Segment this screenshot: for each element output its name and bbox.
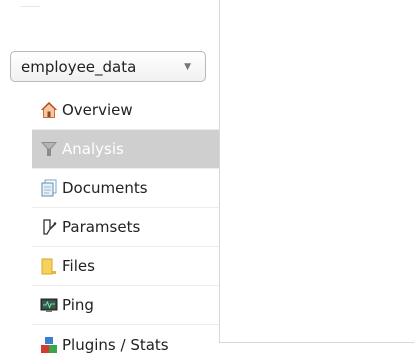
documents-icon (40, 179, 58, 197)
paramsets-icon (40, 218, 58, 236)
database-select-value: employee_data (21, 57, 137, 76)
folder-icon (40, 257, 58, 275)
sidebar-item-label: Overview (62, 101, 133, 119)
sidebar-item-plugins-stats[interactable]: Plugins / Stats (32, 325, 219, 364)
sidebar-item-label: Ping (62, 296, 94, 314)
home-icon (40, 101, 58, 119)
sidebar-item-label: Files (62, 257, 95, 275)
plugins-icon (40, 336, 58, 354)
sidebar-item-label: Plugins / Stats (62, 335, 169, 354)
sidebar-item-analysis[interactable]: Analysis (32, 130, 219, 169)
sidebar-item-files[interactable]: Files (32, 247, 219, 286)
database-select[interactable]: employee_data ▼ (10, 51, 206, 82)
funnel-icon (40, 140, 58, 158)
monitor-icon (40, 296, 58, 314)
top-divider (20, 6, 40, 7)
sidebar-item-overview[interactable]: Overview (32, 91, 219, 130)
chevron-down-icon: ▼ (184, 61, 191, 72)
sidebar-item-label: Paramsets (62, 218, 141, 236)
sidebar-item-ping[interactable]: Ping (32, 286, 219, 325)
sidebar-item-paramsets[interactable]: Paramsets (32, 208, 219, 247)
sidebar-item-label: Documents (62, 179, 148, 197)
sidebar-item-documents[interactable]: Documents (32, 169, 219, 208)
sidebar-item-label: Analysis (62, 140, 124, 158)
main-content-panel (219, 0, 414, 343)
sidebar-nav: Overview Analysis Documents Paramsets Fi… (32, 91, 219, 364)
